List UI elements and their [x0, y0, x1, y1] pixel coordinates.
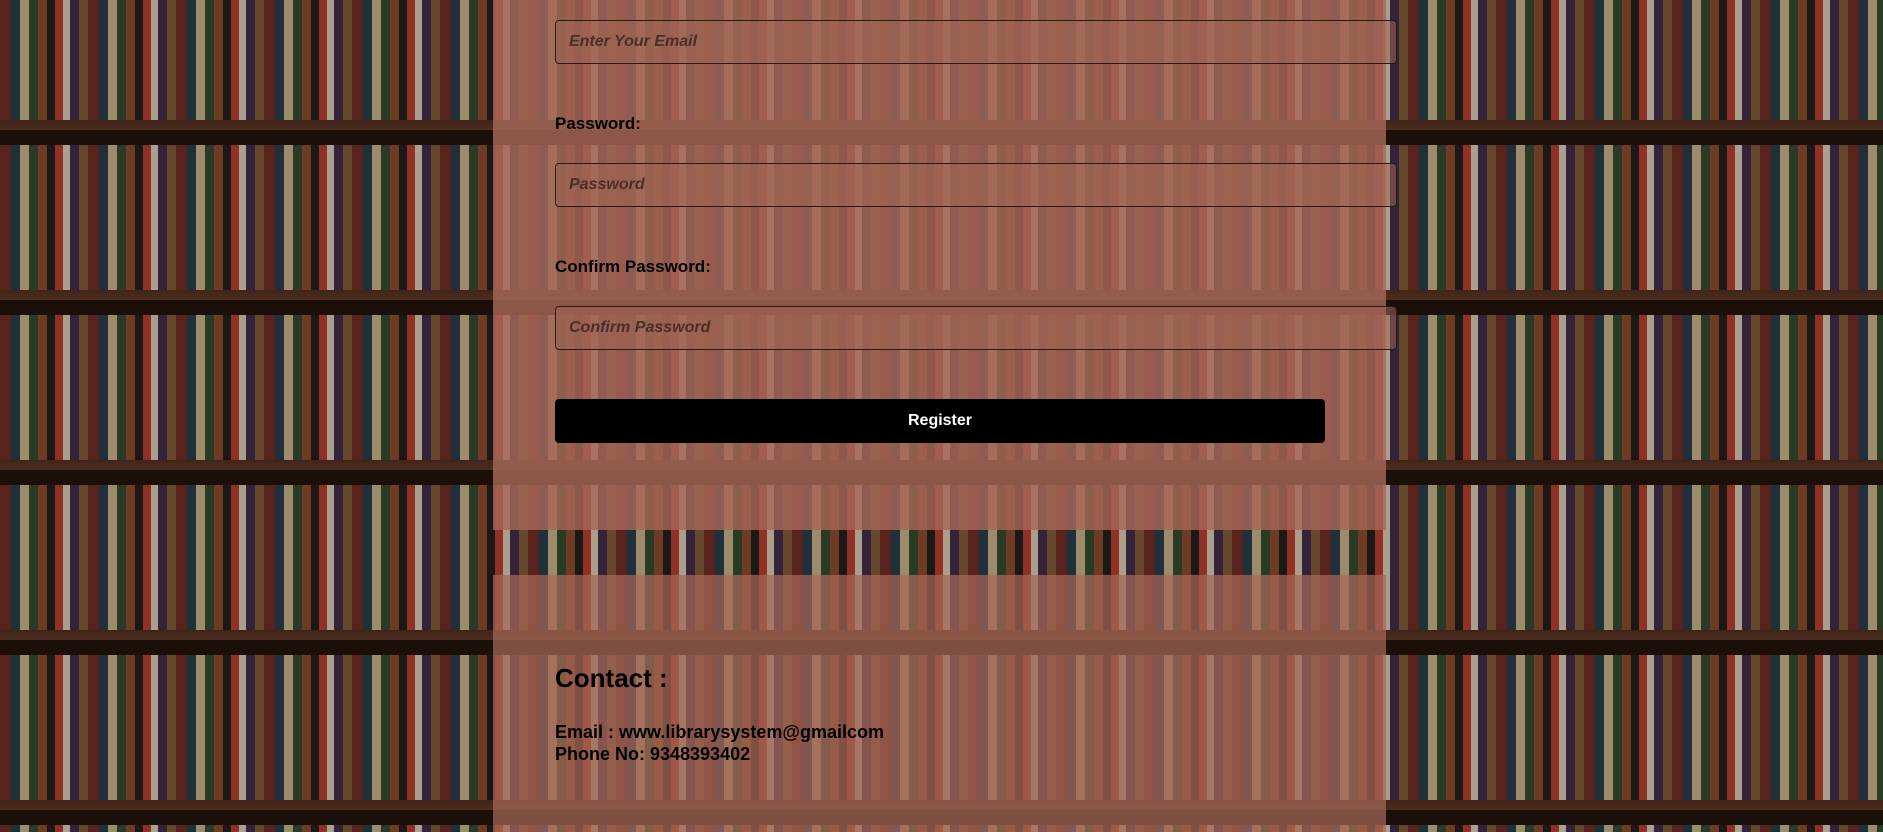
registration-form-panel: Password: Confirm Password: Register [493, 0, 1397, 530]
contact-panel: Contact : Email : www.librarysystem@gmai… [493, 575, 1386, 832]
password-label: Password: [555, 114, 641, 133]
contact-phone: Phone No: 9348393402 [555, 744, 751, 764]
library-background: Password: Confirm Password: Register Con… [0, 0, 1883, 832]
contact-title: Contact : [555, 663, 668, 693]
confirm-password-label: Confirm Password: [555, 257, 711, 276]
confirm-password-input[interactable] [555, 306, 1397, 350]
contact-email: Email : www.librarysystem@gmailcom [555, 722, 885, 742]
password-input[interactable] [555, 163, 1397, 207]
email-input[interactable] [555, 20, 1397, 64]
register-button[interactable]: Register [555, 399, 1325, 443]
